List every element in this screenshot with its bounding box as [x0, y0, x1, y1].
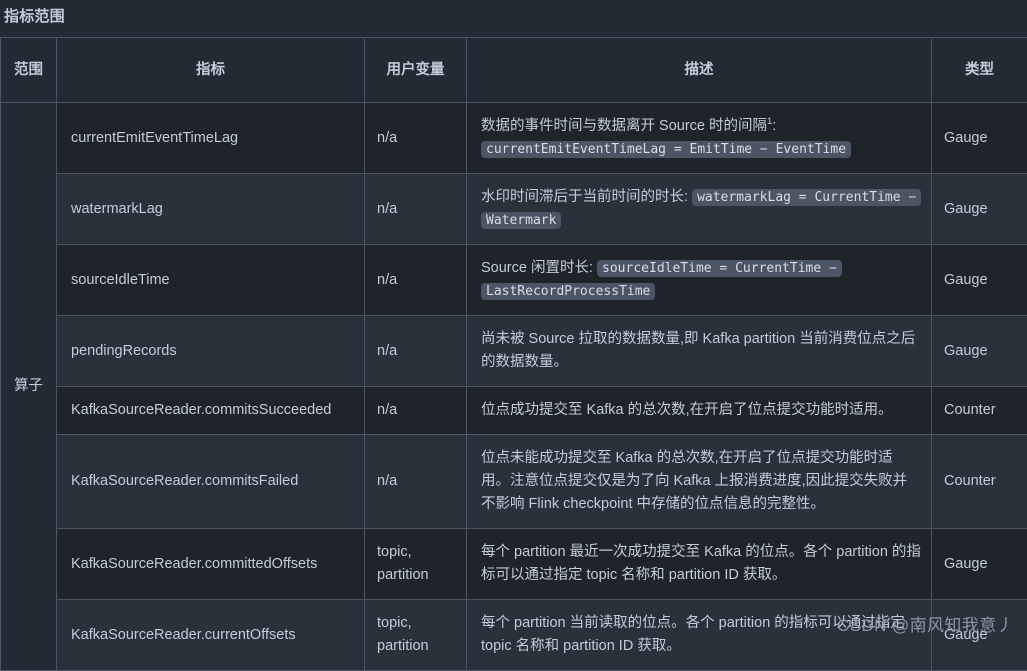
table-row: KafkaSourceReader.currentOffsetstopic, p…: [1, 600, 1027, 671]
description-cell: 尚未被 Source 拉取的数据数量,即 Kafka partition 当前消…: [467, 316, 932, 387]
metric-type-cell: Gauge: [932, 600, 1027, 671]
table-row: sourceIdleTimen/aSource 闲置时长: sourceIdle…: [1, 245, 1027, 316]
user-variables-cell: n/a: [365, 245, 467, 316]
column-header-type: 类型: [932, 38, 1027, 103]
description-text: 水印时间滞后于当前时间的时长:: [481, 189, 688, 205]
metric-type-cell: Gauge: [932, 103, 1027, 174]
description-cell: 位点成功提交至 Kafka 的总次数,在开启了位点提交功能时适用。: [467, 387, 932, 435]
description-text: 每个 partition 当前读取的位点。各个 partition 的指标可以通…: [481, 615, 905, 654]
metric-type-cell: Gauge: [932, 245, 1027, 316]
metric-type-cell: Gauge: [932, 529, 1027, 600]
description-code-span: currentEmitEventTimeLag = EmitTime − Eve…: [481, 141, 851, 158]
description-cell: 每个 partition 最近一次成功提交至 Kafka 的位点。各个 part…: [467, 529, 932, 600]
user-variables-cell: topic, partition: [365, 600, 467, 671]
description-cell: Source 闲置时长: sourceIdleTime = CurrentTim…: [467, 245, 932, 316]
description-text: 位点成功提交至 Kafka 的总次数,在开启了位点提交功能时适用。: [481, 402, 893, 418]
description-text: 尚未被 Source 拉取的数据数量,即 Kafka partition 当前消…: [481, 331, 915, 370]
metric-type-cell: Counter: [932, 435, 1027, 529]
description-cell: 每个 partition 当前读取的位点。各个 partition 的指标可以通…: [467, 600, 932, 671]
table-header-row: 范围 指标 用户变量 描述 类型: [1, 38, 1027, 103]
table-row: KafkaSourceReader.commitsFailedn/a位点未能成功…: [1, 435, 1027, 529]
table-row: watermarkLagn/a水印时间滞后于当前时间的时长: watermark…: [1, 174, 1027, 245]
metric-name-cell: KafkaSourceReader.commitsSucceeded: [57, 387, 365, 435]
metric-name-cell: pendingRecords: [57, 316, 365, 387]
table-row: KafkaSourceReader.committedOffsetstopic,…: [1, 529, 1027, 600]
description-cell: 数据的事件时间与数据离开 Source 时的间隔1: currentEmitEv…: [467, 103, 932, 174]
metric-name-cell: KafkaSourceReader.currentOffsets: [57, 600, 365, 671]
description-text: 数据的事件时间与数据离开 Source 时的间隔: [481, 118, 767, 134]
description-text: Source 闲置时长:: [481, 260, 593, 276]
user-variables-cell: n/a: [365, 103, 467, 174]
user-variables-cell: n/a: [365, 387, 467, 435]
user-variables-cell: n/a: [365, 435, 467, 529]
table-row: KafkaSourceReader.commitsSucceededn/a 位点成…: [1, 387, 1027, 435]
user-variables-cell: topic, partition: [365, 529, 467, 600]
metric-name-cell: KafkaSourceReader.committedOffsets: [57, 529, 365, 600]
metric-name-cell: KafkaSourceReader.commitsFailed: [57, 435, 365, 529]
description-tail: :: [772, 118, 776, 134]
page-title: 指标范围: [0, 0, 1027, 28]
description-text: 每个 partition 最近一次成功提交至 Kafka 的位点。各个 part…: [481, 544, 921, 583]
column-header-scope: 范围: [1, 38, 57, 103]
user-variables-cell: n/a: [365, 174, 467, 245]
description-cell: 位点未能成功提交至 Kafka 的总次数,在开启了位点提交功能时适用。注意位点提…: [467, 435, 932, 529]
table-body: 算子currentEmitEventTimeLagn/a数据的事件时间与数据离开…: [1, 103, 1027, 671]
metrics-table-container: 范围 指标 用户变量 描述 类型 算子currentEmitEventTimeL…: [0, 37, 1027, 671]
table-header: 范围 指标 用户变量 描述 类型: [1, 38, 1027, 103]
metric-type-cell: Gauge: [932, 174, 1027, 245]
user-variables-cell: n/a: [365, 316, 467, 387]
table-row: 算子currentEmitEventTimeLagn/a数据的事件时间与数据离开…: [1, 103, 1027, 174]
scope-cell: 算子: [1, 103, 57, 671]
metrics-table: 范围 指标 用户变量 描述 类型 算子currentEmitEventTimeL…: [0, 37, 1027, 671]
table-row: pendingRecordsn/a 尚未被 Source 拉取的数据数量,即 Ka…: [1, 316, 1027, 387]
metric-type-cell: Counter: [932, 387, 1027, 435]
column-header-description: 描述: [467, 38, 932, 103]
metric-type-cell: Gauge: [932, 316, 1027, 387]
description-cell: 水印时间滞后于当前时间的时长: watermarkLag = CurrentTi…: [467, 174, 932, 245]
column-header-user-variables: 用户变量: [365, 38, 467, 103]
metric-name-cell: watermarkLag: [57, 174, 365, 245]
metric-name-cell: sourceIdleTime: [57, 245, 365, 316]
column-header-metric: 指标: [57, 38, 365, 103]
description-text: 位点未能成功提交至 Kafka 的总次数,在开启了位点提交功能时适用。注意位点提…: [481, 450, 907, 512]
metric-name-cell: currentEmitEventTimeLag: [57, 103, 365, 174]
